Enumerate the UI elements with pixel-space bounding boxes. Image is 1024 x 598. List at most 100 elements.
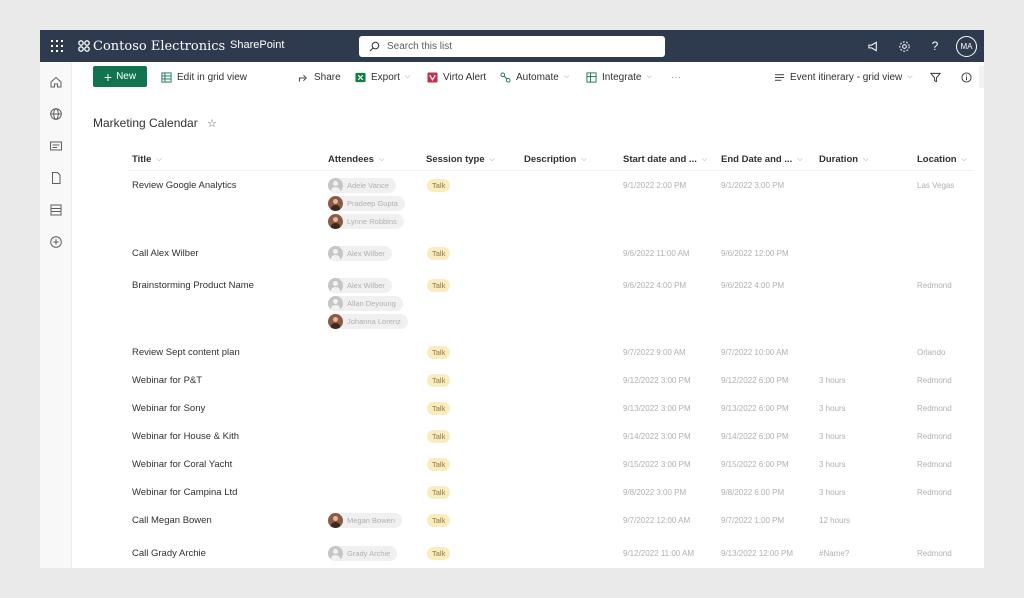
session-type-badge: Talk <box>427 430 451 443</box>
title-link[interactable]: Webinar for Sony <box>132 403 205 414</box>
session-type-badge: Talk <box>427 179 451 192</box>
title-link[interactable]: Call Alex Wilber <box>132 248 199 259</box>
location-cell: Redmond <box>917 432 952 441</box>
attendee-persona[interactable]: Adele Vance <box>328 178 396 193</box>
location-cell: Redmond <box>917 460 952 469</box>
more-commands-button[interactable]: ··· <box>671 70 681 84</box>
column-header-start-date[interactable]: Start date and ... ⌵ <box>623 154 707 165</box>
page-title: Marketing Calendar <box>93 116 198 130</box>
new-button-label: New <box>116 71 137 82</box>
attendee-persona[interactable]: Alex Wilber <box>328 278 392 293</box>
attendee-persona[interactable]: Alex Wilber <box>328 246 392 261</box>
column-header-duration[interactable]: Duration ⌵ <box>819 154 868 165</box>
start-date-cell: 9/12/2022 11:00 AM <box>623 549 695 558</box>
duration-cell: 3 hours <box>819 488 846 497</box>
left-app-bar <box>40 62 72 568</box>
chevron-down-icon: ⌵ <box>581 155 587 163</box>
plus-icon: + <box>103 68 113 85</box>
chevron-down-icon: ⌵ <box>378 155 385 163</box>
gear-icon[interactable] <box>896 38 912 54</box>
column-header-label: Duration <box>819 154 859 165</box>
attendee-persona[interactable]: Lynne Robbins <box>328 214 404 229</box>
add-circle-icon[interactable] <box>49 235 63 249</box>
search-placeholder: Search this list <box>387 41 453 52</box>
view-label: Event itinerary - grid view <box>790 71 903 83</box>
help-icon[interactable]: ? <box>927 38 943 54</box>
edit-grid-button[interactable]: Edit in grid view <box>161 70 247 84</box>
attendee-name: Lynne Robbins <box>347 217 397 226</box>
avatar <box>328 513 343 528</box>
attendee-name: Alex Wilber <box>347 249 385 258</box>
title-link[interactable]: Webinar for Campina Ltd <box>132 487 237 498</box>
attendee-name: Pradeep Gupta <box>347 199 398 208</box>
title-link[interactable]: Call Grady Archie <box>132 548 206 559</box>
session-type-badge: Talk <box>427 514 451 527</box>
contoso-logo-icon <box>78 40 90 52</box>
start-date-cell: 9/15/2022 3:00 PM <box>623 460 691 469</box>
column-header-description[interactable]: Description ⌵ <box>524 154 587 165</box>
title-link[interactable]: Webinar for P&T <box>132 375 202 386</box>
attendee-persona[interactable]: Grady Archie <box>328 546 398 561</box>
start-date-cell: 9/1/2022 2:00 PM <box>623 181 687 190</box>
attendee-persona[interactable]: Johanna Lorenz <box>328 314 408 329</box>
excel-icon <box>355 72 366 82</box>
filter-icon[interactable] <box>928 70 942 84</box>
title-link[interactable]: Webinar for Coral Yacht <box>132 459 232 470</box>
column-header-label: Title <box>132 154 152 165</box>
share-button[interactable]: Share <box>298 70 341 84</box>
integrate-button[interactable]: Integrate ⌵ <box>586 70 652 84</box>
command-bar: + New Edit in grid view Share Export ⌵ V… <box>72 62 984 92</box>
avatar <box>328 196 343 211</box>
attendee-persona[interactable]: Pradeep Gupta <box>328 196 405 211</box>
info-icon[interactable] <box>959 70 973 84</box>
column-header-attendees[interactable]: Attendees ⌵ <box>328 154 384 165</box>
avatar <box>328 246 343 261</box>
document-icon[interactable] <box>49 171 63 185</box>
column-header-title[interactable]: Title ⌵ <box>132 154 162 165</box>
chevron-down-icon: ⌵ <box>156 155 162 163</box>
title-link[interactable]: Webinar for House & Kith <box>132 431 239 442</box>
column-header-label: Description <box>524 154 577 165</box>
column-header-session-type[interactable]: Session type ⌵ <box>426 154 495 165</box>
attendee-persona[interactable]: Megan Bowen <box>328 513 402 528</box>
attendee-persona[interactable]: Allan Deyoung <box>328 296 403 311</box>
start-date-cell: 9/7/2022 9:00 AM <box>623 348 686 357</box>
automate-button[interactable]: Automate ⌵ <box>500 70 569 84</box>
end-date-cell: 9/1/2022 3:00 PM <box>721 181 785 190</box>
title-link[interactable]: Call Megan Bowen <box>132 515 212 526</box>
favorite-star-icon[interactable]: ☆ <box>207 117 217 130</box>
location-cell: Orlando <box>917 348 946 357</box>
virto-alert-button[interactable]: Virto Alert <box>427 70 486 84</box>
column-header-location[interactable]: Location ⌵ <box>917 154 967 165</box>
end-date-cell: 9/7/2022 1:00 PM <box>721 516 785 525</box>
title-link[interactable]: Review Google Analytics <box>132 180 237 191</box>
brand-name: Contoso Electronics <box>93 38 226 54</box>
title-link[interactable]: Brainstorming Product Name <box>132 280 254 291</box>
chevron-down-icon: ⌵ <box>563 73 570 80</box>
view-switcher[interactable]: Event itinerary - grid view ⌵ <box>774 70 913 84</box>
export-button[interactable]: Export ⌵ <box>355 70 410 84</box>
globe-icon[interactable] <box>49 107 63 121</box>
location-cell: Redmond <box>917 488 952 497</box>
home-icon[interactable] <box>49 75 63 89</box>
app-name[interactable]: SharePoint <box>230 39 284 51</box>
list-icon[interactable] <box>49 203 63 217</box>
chevron-down-icon: ⌵ <box>646 73 652 80</box>
news-icon[interactable] <box>49 139 63 153</box>
new-button[interactable]: + New <box>93 66 147 87</box>
megaphone-icon[interactable] <box>865 38 881 54</box>
collapse-icon[interactable] <box>979 66 984 88</box>
chevron-down-icon: ⌵ <box>701 155 708 163</box>
title-link[interactable]: Review Sept content plan <box>132 347 240 358</box>
column-header-end-date[interactable]: End Date and ... ⌵ <box>721 154 803 165</box>
share-icon <box>298 74 307 82</box>
app-launcher-icon[interactable] <box>51 40 63 52</box>
end-date-cell: 9/15/2022 6:00 PM <box>721 460 789 469</box>
end-date-cell: 9/7/2022 10:00 AM <box>721 348 789 357</box>
chevron-down-icon: ⌵ <box>863 155 869 163</box>
user-avatar[interactable]: MA <box>956 36 977 57</box>
column-header-label: Session type <box>426 154 485 165</box>
view-lines-icon <box>774 73 785 81</box>
search-box[interactable]: Search this list <box>359 36 665 57</box>
brand[interactable]: Contoso Electronics <box>77 37 225 55</box>
